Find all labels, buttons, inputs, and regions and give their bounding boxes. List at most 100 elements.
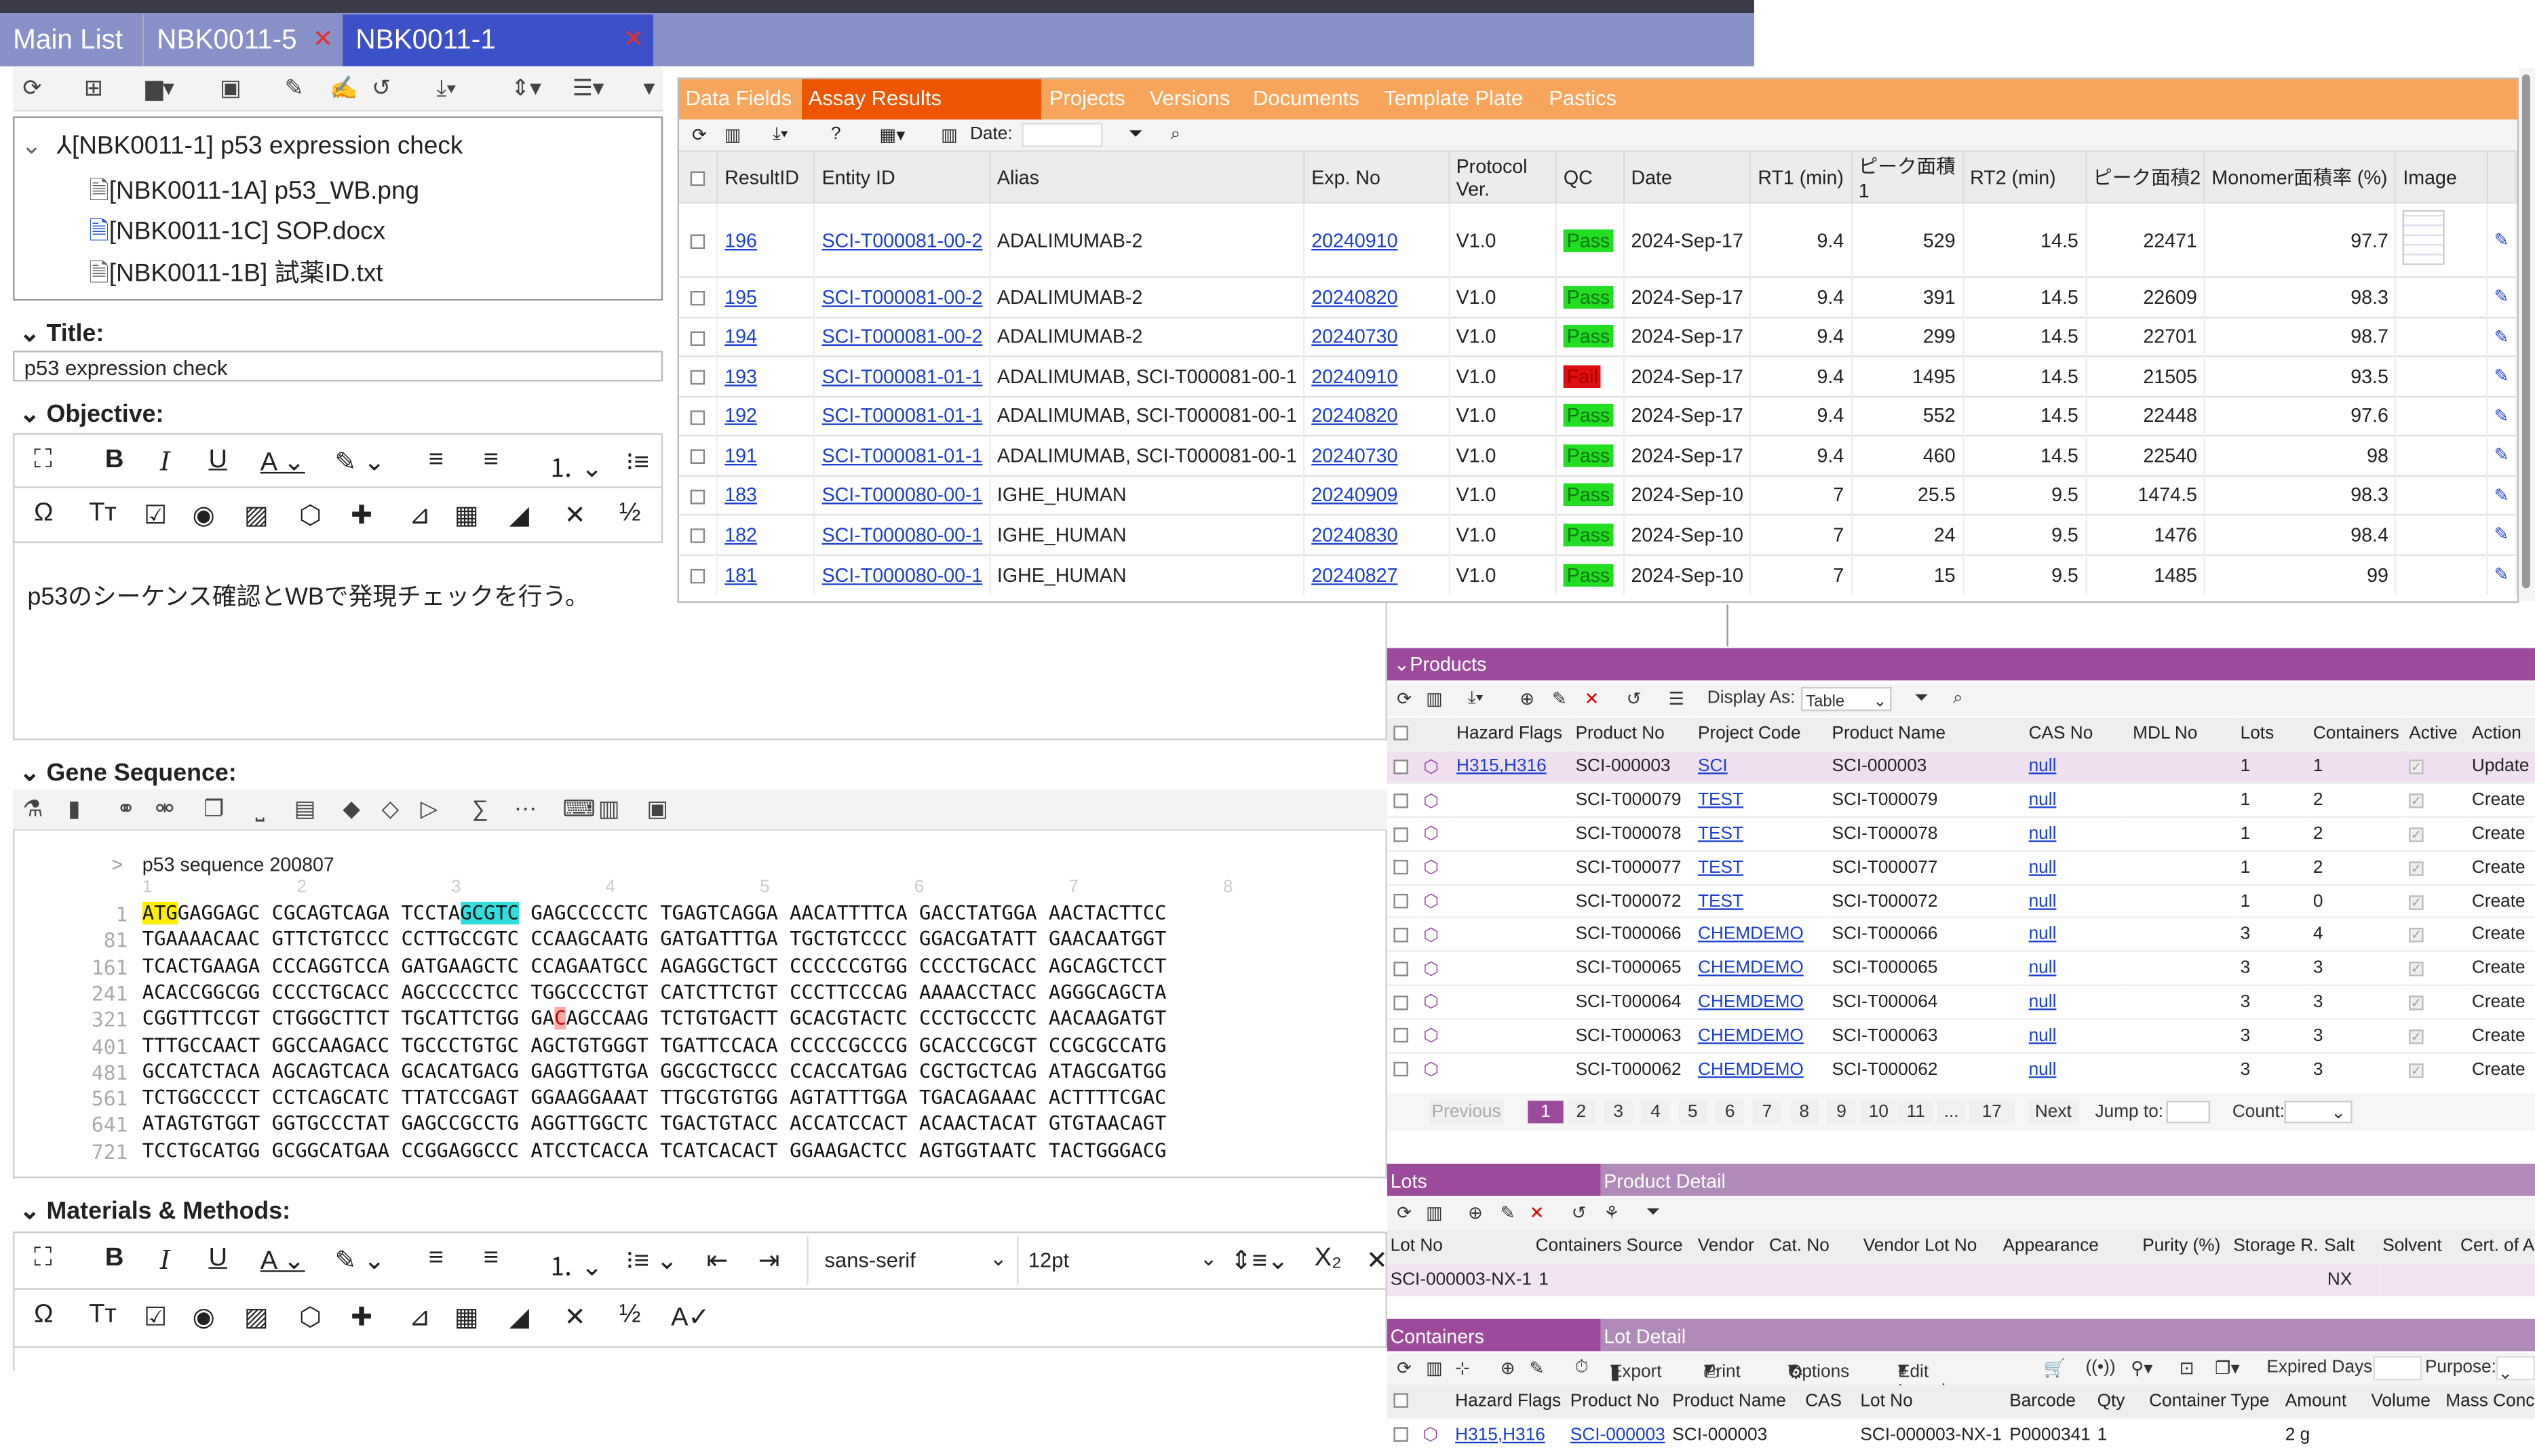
column-header[interactable]: Date xyxy=(1623,152,1752,203)
checkbox[interactable]: ✓ xyxy=(2409,928,2424,943)
sigma-icon[interactable]: ∑ xyxy=(472,795,488,821)
tree-item[interactable]: 🗎[NBK0011-1A] p53_WB.png xyxy=(89,172,419,215)
entity-id-link[interactable]: SCI-T000080-00-1 xyxy=(822,524,983,546)
title-field[interactable]: p53 expression check xyxy=(13,351,663,382)
column-header[interactable]: Salt xyxy=(2321,1229,2380,1263)
font-size-select[interactable]: 12pt ⌄ xyxy=(1017,1236,1227,1285)
active-checkbox[interactable]: ✓ xyxy=(2402,883,2466,918)
table-row[interactable]: 193 SCI-T000081-01-1 ADALIMUMAB, SCI-T0000… xyxy=(678,355,2517,396)
delete-icon[interactable]: ✕ xyxy=(1585,688,1600,710)
no-format-icon[interactable]: ✕ xyxy=(564,1301,586,1334)
timer-icon[interactable]: ⏱ xyxy=(1574,1358,1588,1379)
table-row[interactable]: 192 SCI-T000081-01-1 ADALIMUMAB, SCI-T0000… xyxy=(678,395,2517,436)
column-header[interactable]: Product No xyxy=(1564,1385,1666,1418)
add-icon[interactable]: ⊕ xyxy=(1520,688,1534,710)
lots-tab[interactable]: Lots xyxy=(1387,1163,1601,1196)
result-id-link[interactable]: 194 xyxy=(724,326,757,348)
exp-no-link[interactable]: 20240820 xyxy=(1311,404,1397,427)
export-button[interactable]: ▮ Export ▾ xyxy=(1610,1358,1662,1383)
sequence-line[interactable]: TCCTGCATGG GCGGCATGAA CCGGAGGCCC ATCCTCA… xyxy=(142,1139,1167,1161)
project-code-link[interactable]: CHEMDEMO xyxy=(1698,1060,1804,1080)
add-folder-icon[interactable]: ▆▾ xyxy=(145,75,174,102)
checkbox[interactable] xyxy=(1393,894,1408,909)
align-center-icon[interactable]: ≡ xyxy=(484,1244,499,1274)
expired-days-input[interactable] xyxy=(2373,1356,2422,1381)
chart-icon[interactable]: ◢ xyxy=(509,499,529,532)
table-row[interactable]: ⬡ SCI-T000065 CHEMDEMO SCI-T000065 null 3 3 ✓ Cr… xyxy=(1387,951,2535,985)
bold-icon[interactable]: B xyxy=(105,446,124,475)
active-checkbox[interactable]: ✓ xyxy=(2402,984,2466,1019)
edit-icon[interactable]: ✎ xyxy=(1552,688,1567,710)
exp-no-link[interactable]: 20240830 xyxy=(1311,524,1397,546)
column-header[interactable]: Alias xyxy=(990,152,1305,203)
column-header[interactable]: Amount xyxy=(2279,1385,2365,1418)
gene-section-header[interactable]: ⌄ Gene Sequence: xyxy=(20,758,237,787)
pager-page[interactable]: 3 xyxy=(1604,1101,1633,1124)
products-header[interactable]: ⌄Products xyxy=(1387,648,2535,681)
refresh-icon[interactable]: ⟳ xyxy=(692,125,707,146)
keyboard-icon[interactable]: ⌨ xyxy=(562,795,595,823)
column-header[interactable]: Containers xyxy=(1532,1229,1623,1263)
highlight-icon[interactable]: ✎ ⌄ xyxy=(334,1244,385,1277)
filter-icon[interactable]: ⏷ xyxy=(1129,125,1143,146)
pipette-icon[interactable]: ⊿ xyxy=(409,1301,431,1334)
row-checkbox[interactable] xyxy=(678,553,718,594)
pager-page[interactable]: 7 xyxy=(1752,1101,1782,1124)
add-icon[interactable]: ⊕ xyxy=(1501,1358,1515,1379)
result-id-link[interactable]: 181 xyxy=(724,564,757,586)
count-select[interactable]: ⌄ xyxy=(2284,1101,2353,1124)
table-row[interactable]: ⬡ SCI-T000066 CHEMDEMO SCI-T000066 null 3 4 ✓ Cr… xyxy=(1387,917,2535,952)
row-checkbox[interactable] xyxy=(1387,951,1417,985)
entity-id-link[interactable]: SCI-T000081-01-1 xyxy=(822,404,983,427)
ordered-list-icon[interactable]: ⒈ ⌄ xyxy=(548,1244,603,1283)
active-checkbox[interactable]: ✓ xyxy=(2402,850,2466,885)
column-header[interactable]: Vendor xyxy=(1694,1229,1766,1263)
underline-icon[interactable]: U xyxy=(208,1244,227,1274)
close-icon[interactable]: ✕ xyxy=(623,14,644,66)
column-header[interactable]: RT2 (min) xyxy=(1962,152,2087,203)
rfid-icon[interactable]: ((•)) xyxy=(2085,1358,2115,1377)
column-header[interactable]: Product No xyxy=(1569,717,1692,750)
checkbox[interactable] xyxy=(1393,726,1408,741)
puzzle-icon[interactable]: ✚ xyxy=(351,1301,372,1334)
row-checkbox[interactable] xyxy=(678,513,718,555)
exp-no-link[interactable]: 20240910 xyxy=(1311,229,1397,251)
table-row[interactable]: ⬡ SCI-T000063 CHEMDEMO SCI-T000063 null 3 3 ✓ Cr… xyxy=(1387,1018,2535,1052)
filter-icon[interactable]: ⏷ xyxy=(1914,688,1929,709)
column-header[interactable]: Purity (%) xyxy=(2139,1229,2230,1263)
delete-icon[interactable]: ✕ xyxy=(1530,1202,1545,1224)
sequence-line[interactable]: TCACTGAAGA CCCAGGTCCA GATGAAGCTC CCAGAAT… xyxy=(142,955,1167,977)
column-header[interactable]: Cert. of A xyxy=(2457,1229,2535,1263)
row-checkbox[interactable] xyxy=(678,395,718,436)
checkbox[interactable] xyxy=(1393,793,1408,808)
column-header[interactable]: Active xyxy=(2402,717,2466,750)
lot-detail-tab[interactable]: Lot Detail xyxy=(1600,1318,2535,1352)
puzzle-icon[interactable]: ✚ xyxy=(351,499,372,532)
expand-icon[interactable]: ⇕▾ xyxy=(511,75,541,102)
bold-icon[interactable]: B xyxy=(105,1244,124,1274)
title-section-header[interactable]: ⌄ Title: xyxy=(20,319,104,348)
text-size-icon[interactable]: Tт xyxy=(89,1301,117,1331)
project-code-link[interactable]: CHEMDEMO xyxy=(1698,959,1804,979)
checkbox[interactable] xyxy=(690,370,705,385)
cas-no-link[interactable]: null xyxy=(2029,925,2057,945)
checkbox[interactable] xyxy=(1393,1394,1408,1409)
checkbox[interactable] xyxy=(1393,995,1408,1010)
pager-page[interactable]: 4 xyxy=(1641,1101,1670,1124)
project-code-link[interactable]: TEST xyxy=(1698,791,1743,810)
row-checkbox[interactable] xyxy=(678,474,718,515)
italic-icon[interactable]: I xyxy=(160,1244,170,1275)
column-header[interactable]: Mass Conc xyxy=(2439,1385,2535,1418)
column-header[interactable]: CAS xyxy=(1798,1385,1854,1418)
more-icon[interactable]: ▾ xyxy=(644,75,655,102)
history-icon[interactable]: ↺ xyxy=(1572,1202,1587,1224)
options-button[interactable]: ⚙ Options ▾ xyxy=(1788,1358,1849,1383)
italic-icon[interactable]: I xyxy=(160,446,170,477)
checkbox[interactable] xyxy=(690,234,705,249)
tag-icon[interactable]: ◆ xyxy=(343,795,360,823)
active-checkbox[interactable]: ✓ xyxy=(2402,1051,2466,1086)
hazard-flags-link[interactable]: H315,H316 xyxy=(1455,1425,1545,1444)
refresh-icon[interactable]: ⟳ xyxy=(1397,1202,1412,1224)
pager-page[interactable]: 6 xyxy=(1715,1101,1745,1124)
font-family-select[interactable]: sans-serif ⌄ xyxy=(807,1236,1017,1285)
